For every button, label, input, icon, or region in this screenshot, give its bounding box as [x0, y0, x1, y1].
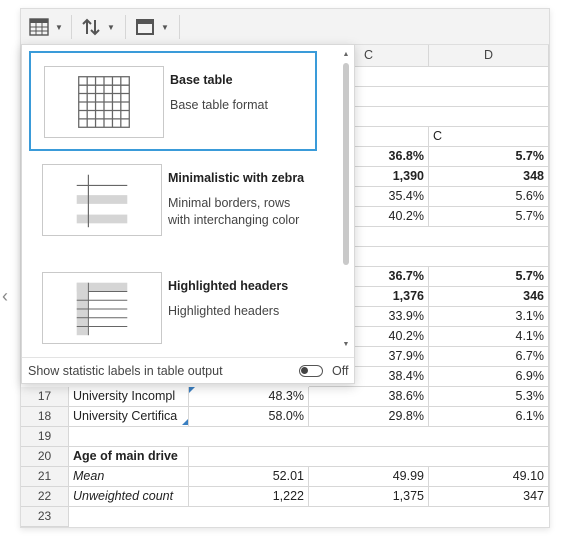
- table-cell[interactable]: Mean: [69, 467, 189, 487]
- table-row: 17 University Incompl 48.3% 38.6% 5.3%: [21, 387, 549, 407]
- option-description: Base table format: [170, 98, 268, 112]
- table-cell[interactable]: 346: [429, 287, 549, 307]
- table-cell[interactable]: 29.8%: [309, 407, 429, 427]
- highlighted-headers-preview-icon: [42, 272, 162, 344]
- table-cell[interactable]: 38.6%: [309, 387, 429, 407]
- row-number[interactable]: 18: [21, 407, 69, 427]
- sort-button[interactable]: ▼: [75, 9, 121, 45]
- table-cell[interactable]: [69, 427, 549, 447]
- table-row: 18 University Certifica 58.0% 29.8% 6.1%: [21, 407, 549, 427]
- format-option-minimalistic-zebra[interactable]: Minimalistic with zebra Minimal borders,…: [29, 151, 317, 251]
- row-number[interactable]: 20: [21, 447, 69, 467]
- table-cell[interactable]: University Incompl: [69, 387, 189, 407]
- table-cell[interactable]: 5.3%: [429, 387, 549, 407]
- column-header-d[interactable]: D: [429, 45, 549, 67]
- row-number[interactable]: 22: [21, 487, 69, 507]
- table-cell[interactable]: 52.01: [189, 467, 309, 487]
- scrollbar-thumb[interactable]: [343, 63, 349, 265]
- option-description: Minimal borders, rows with interchanging…: [168, 196, 300, 227]
- scroll-down-icon[interactable]: ▼: [342, 341, 350, 349]
- toolbar: ▼ ▼ ▼: [21, 9, 549, 45]
- table-cell[interactable]: University Certifica: [69, 407, 189, 427]
- table-row: 23: [21, 507, 549, 527]
- table-cell[interactable]: [69, 507, 549, 527]
- format-option-base-table[interactable]: Base table Base table format: [29, 51, 317, 151]
- chevron-down-icon: ▼: [107, 22, 115, 32]
- table-row: 20 Age of main drive: [21, 447, 549, 467]
- panel-layout-icon: [136, 19, 154, 35]
- table-cell[interactable]: C: [429, 127, 549, 147]
- popup-footer: Show statistic labels in table output Of…: [22, 357, 354, 383]
- format-option-highlighted-headers[interactable]: Highlighted headers Highlighted headers: [29, 259, 317, 359]
- row-number: [21, 527, 69, 528]
- table-cell[interactable]: 5.6%: [429, 187, 549, 207]
- statistic-labels-toggle[interactable]: [299, 365, 323, 377]
- sort-updown-icon: [82, 18, 100, 36]
- table-cell[interactable]: 347: [429, 487, 549, 507]
- table-format-icon: [29, 18, 49, 36]
- table-cell[interactable]: 4.1%: [429, 327, 549, 347]
- base-table-preview-icon: [44, 66, 164, 138]
- row-number[interactable]: 19: [21, 427, 69, 447]
- table-format-popup: Base table Base table format Minimalisti…: [21, 44, 355, 384]
- table-cell[interactable]: [189, 447, 549, 467]
- table-cell[interactable]: 1,222: [189, 487, 309, 507]
- toggle-knob: [301, 367, 308, 374]
- statistic-labels-label: Show statistic labels in table output: [28, 364, 223, 378]
- table-cell[interactable]: Age of main drive: [69, 447, 189, 467]
- table-format-button[interactable]: ▼: [23, 9, 69, 45]
- option-title: Base table: [170, 73, 233, 87]
- scroll-up-icon[interactable]: ▲: [342, 51, 350, 59]
- collapse-left-icon[interactable]: ‹: [2, 287, 12, 305]
- row-number[interactable]: 21: [21, 467, 69, 487]
- table-cell[interactable]: 49.99: [309, 467, 429, 487]
- table-cell[interactable]: 58.0%: [189, 407, 309, 427]
- option-title: Minimalistic with zebra: [168, 171, 305, 185]
- table-cell[interactable]: 5.7%: [429, 267, 549, 287]
- table-cell[interactable]: 6.9%: [429, 367, 549, 387]
- table-row: 22 Unweighted count 1,222 1,375 347: [21, 487, 549, 507]
- table-cell[interactable]: 6.1%: [429, 407, 549, 427]
- table-row: 21 Mean 52.01 49.99 49.10: [21, 467, 549, 487]
- option-description: Highlighted headers: [168, 304, 280, 318]
- toggle-state-label: Off: [332, 364, 349, 378]
- toolbar-divider: [71, 15, 72, 39]
- table-cell[interactable]: 49.10: [429, 467, 549, 487]
- table-row: [21, 527, 550, 528]
- row-number[interactable]: 17: [21, 387, 69, 407]
- table-cell[interactable]: 5.7%: [429, 207, 549, 227]
- comment-marker-icon: [189, 387, 195, 393]
- table-cell[interactable]: 3.1%: [429, 307, 549, 327]
- table-row: 19: [21, 427, 549, 447]
- table-cell[interactable]: 6.7%: [429, 347, 549, 367]
- row-number[interactable]: 23: [21, 507, 69, 527]
- table-cell[interactable]: 348: [429, 167, 549, 187]
- table-cell[interactable]: 48.3%: [189, 387, 309, 407]
- table-cell[interactable]: Unweighted count: [69, 487, 189, 507]
- table-cell[interactable]: 5.7%: [429, 147, 549, 167]
- chevron-down-icon: ▼: [161, 22, 169, 32]
- zebra-table-preview-icon: [42, 164, 162, 236]
- toolbar-divider: [125, 15, 126, 39]
- layout-button[interactable]: ▼: [129, 9, 175, 45]
- table-cell[interactable]: 1,375: [309, 487, 429, 507]
- toolbar-divider: [179, 15, 180, 39]
- option-title: Highlighted headers: [168, 279, 289, 293]
- comment-marker-icon: [182, 419, 188, 425]
- chevron-down-icon: ▼: [55, 22, 63, 32]
- popup-scrollbar[interactable]: ▲ ▼: [341, 49, 351, 351]
